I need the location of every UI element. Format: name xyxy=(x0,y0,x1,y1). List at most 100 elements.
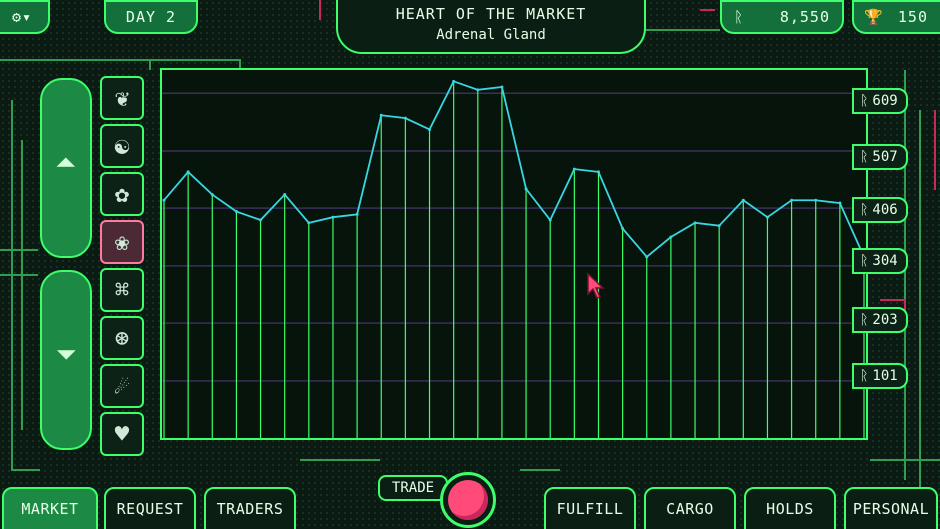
organ-icon-5: ⌘ xyxy=(114,276,130,304)
price-tick-label: 507 xyxy=(872,149,898,165)
tab-personal-label: PERSONAL xyxy=(852,500,930,518)
price-point xyxy=(403,116,407,120)
item-slot[interactable]: ⊛ xyxy=(100,316,144,360)
price-tick: ᚱ 406 xyxy=(852,197,908,223)
tab-traders[interactable]: TRADERS xyxy=(204,487,296,529)
price-point xyxy=(741,198,745,202)
item-slot[interactable]: ☯ xyxy=(100,124,144,168)
reputation-badge: 🏆 150 xyxy=(852,0,940,34)
price-tick: ᚱ 101 xyxy=(852,363,908,389)
price-point xyxy=(307,221,311,225)
price-chart xyxy=(160,68,868,440)
price-point xyxy=(621,227,625,231)
page-subtitle: Adrenal Gland xyxy=(436,27,546,43)
price-point xyxy=(331,215,335,219)
item-slot[interactable]: ♥ xyxy=(100,412,144,456)
tab-request-label: REQUEST xyxy=(116,500,184,518)
price-tick-label: 609 xyxy=(872,93,898,109)
currency-icon: ᚱ xyxy=(860,253,869,269)
organ-icon-1: ❦ xyxy=(114,84,130,112)
price-tick: ᚱ 203 xyxy=(852,307,908,333)
price-point xyxy=(428,127,432,131)
chart-canvas xyxy=(162,79,866,438)
price-tick: ᚱ 304 xyxy=(852,248,908,274)
tab-cargo-label: CARGO xyxy=(666,500,714,518)
currency-icon: ᚱ xyxy=(860,312,869,328)
currency-icon: ᚱ xyxy=(860,368,869,384)
tab-traders-label: TRADERS xyxy=(216,500,284,518)
price-point xyxy=(283,193,287,197)
price-point xyxy=(596,170,600,174)
trophy-icon: 🏆 xyxy=(864,8,884,26)
price-point xyxy=(717,224,721,228)
item-slot[interactable]: ❀ xyxy=(100,220,144,264)
chevron-up-icon: ⏶ xyxy=(55,148,77,178)
price-point xyxy=(645,255,649,259)
price-tick-label: 101 xyxy=(872,368,898,384)
item-slot[interactable]: ⌘ xyxy=(100,268,144,312)
currency-icon: ᚱ xyxy=(860,93,869,109)
gear-icon: ⚙▾ xyxy=(11,8,33,26)
price-point xyxy=(838,201,842,205)
price-point xyxy=(186,170,190,174)
price-point xyxy=(524,187,528,191)
price-point xyxy=(476,88,480,92)
price-tick: ᚱ 507 xyxy=(852,144,908,170)
tab-market-label: MARKET xyxy=(21,500,79,518)
item-slot[interactable]: ❦ xyxy=(100,76,144,120)
tab-market[interactable]: MARKET xyxy=(2,487,98,529)
currency-icon: ᚱ xyxy=(734,8,745,26)
currency-icon: ᚱ xyxy=(860,202,869,218)
market-title-panel: HEART OF THE MARKET Adrenal Gland xyxy=(336,0,646,54)
money-value: 8,550 xyxy=(779,8,830,26)
price-line xyxy=(163,80,865,259)
eye-icon: ⊛ xyxy=(114,324,130,352)
heart-icon: ♥ xyxy=(114,420,130,448)
price-point xyxy=(452,79,456,83)
price-point xyxy=(572,167,576,171)
trade-button-core xyxy=(448,480,488,520)
price-point xyxy=(210,193,214,197)
tab-personal[interactable]: PERSONAL xyxy=(844,487,938,529)
adrenal-gland-icon: ❀ xyxy=(114,228,130,256)
price-point xyxy=(765,215,769,219)
page-title: HEART OF THE MARKET xyxy=(395,5,587,23)
tab-request[interactable]: REQUEST xyxy=(104,487,196,529)
tab-fulfill[interactable]: FULFILL xyxy=(544,487,636,529)
reputation-value: 150 xyxy=(897,8,928,26)
money-badge: ᚱ 8,550 xyxy=(720,0,844,34)
tab-fulfill-label: FULFILL xyxy=(556,500,624,518)
chevron-down-icon: ⏷ xyxy=(55,340,77,370)
day-badge: DAY 2 xyxy=(104,0,198,34)
organ-icon-7: ☄ xyxy=(114,372,130,400)
brain-icon: ✿ xyxy=(114,180,130,208)
price-point xyxy=(790,198,794,202)
price-point xyxy=(548,218,552,222)
price-point xyxy=(355,212,359,216)
tab-cargo[interactable]: CARGO xyxy=(644,487,736,529)
organ-icon-2: ☯ xyxy=(114,132,130,160)
price-tick-label: 203 xyxy=(872,312,898,328)
price-point xyxy=(669,235,673,239)
price-point xyxy=(500,85,504,89)
price-tick: ᚱ 609 xyxy=(852,88,908,114)
scroll-up-button[interactable]: ⏶ xyxy=(40,78,92,258)
item-slot[interactable]: ✿ xyxy=(100,172,144,216)
price-point xyxy=(234,210,238,214)
price-point xyxy=(259,218,263,222)
price-tick-label: 304 xyxy=(872,253,898,269)
item-slot[interactable]: ☄ xyxy=(100,364,144,408)
price-point xyxy=(162,198,166,202)
price-point xyxy=(814,198,818,202)
scroll-down-button[interactable]: ⏷ xyxy=(40,270,92,450)
tab-holds[interactable]: HOLDS xyxy=(744,487,836,529)
cursor-icon xyxy=(587,272,605,299)
settings-button[interactable]: ⚙▾ xyxy=(0,0,50,34)
price-tick-label: 406 xyxy=(872,202,898,218)
trade-button[interactable] xyxy=(440,472,496,528)
price-point xyxy=(379,113,383,117)
trade-label-text: TRADE xyxy=(391,480,435,496)
trade-label: TRADE xyxy=(378,475,448,501)
price-point xyxy=(693,221,697,225)
currency-icon: ᚱ xyxy=(860,149,869,165)
